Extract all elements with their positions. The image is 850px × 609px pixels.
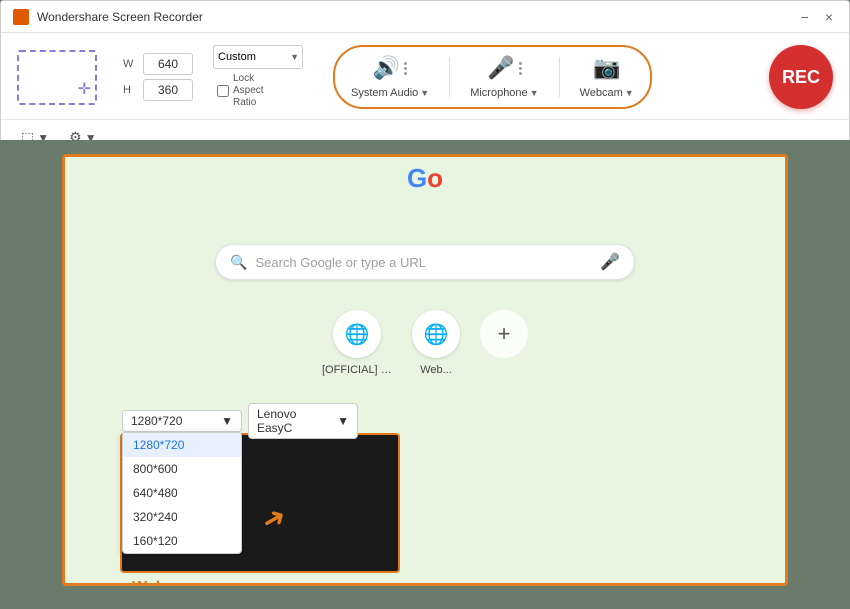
size-section: W H [123,53,193,101]
webcam-select-row: Webcam ▼ [580,87,634,99]
preview-area: Go 🔍 Search Google or type a URL 🎤 🌐 [OF… [0,140,850,609]
webcam-panel: 1280*720 ▼ 1280*720 800*600 640*480 [120,433,400,573]
height-row: H [123,79,193,101]
search-placeholder: Search Google or type a URL [255,255,592,270]
webcam-av-label: Webcam [580,87,623,99]
resolution-arrow-icon: ▼ [221,414,233,428]
system-audio-dropdown-arrow-icon[interactable]: ▼ [420,88,429,98]
system-audio-icon-row: 🔊 [373,55,407,81]
add-shortcut-button[interactable]: + [480,310,528,358]
dot [404,67,407,70]
av-divider-2 [559,57,560,97]
window-title: Wondershare Screen Recorder [37,10,203,24]
dot [404,62,407,65]
webcam-dropdown-arrow-icon[interactable]: ▼ [625,88,634,98]
lock-section: Lock Aspect Ratio [217,73,303,109]
microphone-item: 🎤 Microphone ▼ [470,55,538,99]
system-audio-item: 🔊 System Audio ▼ [351,55,429,99]
res-option-800[interactable]: 800*600 [123,457,241,481]
webcam-item: 📷 Webcam ▼ [580,55,634,99]
shortcut-icon-2[interactable]: 🌐 [412,310,460,358]
resolution-selected[interactable]: 1280*720 ▼ [122,410,242,432]
res-option-1280[interactable]: 1280*720 [123,433,241,457]
custom-select-wrap: Custom ▼ [213,45,303,69]
shortcut-label-1: [OFFICIAL] W... [322,364,392,376]
dot [519,72,522,75]
res-option-640[interactable]: 640*480 [123,481,241,505]
shortcuts-row: 🌐 [OFFICIAL] W... 🌐 Web... + [65,310,785,376]
camera-device-wrap: Lenovo EasyC ▼ [248,403,358,439]
search-icon: 🔍 [230,254,247,271]
camera-device-selected[interactable]: Lenovo EasyC ▼ [248,403,358,439]
lock-aspect-checkbox[interactable] [217,85,229,97]
system-audio-icon: 🔊 [373,55,400,81]
shortcut-item-1: 🌐 [OFFICIAL] W... [322,310,392,376]
microphone-icon: 🎤 [487,55,514,81]
webcam-annotation-label: Webca [132,579,183,586]
main-toolbar: ✛ W H Custom ▼ Lock Aspect Ratio [1,33,849,120]
browser-frame: Go 🔍 Search Google or type a URL 🎤 🌐 [OF… [62,154,788,586]
microphone-icon-row: 🎤 [487,55,521,81]
dot [519,62,522,65]
res-option-160[interactable]: 160*120 [123,529,241,553]
camera-device-arrow-icon: ▼ [337,414,349,428]
chrome-icon: 🌐 [345,322,370,347]
minimize-button[interactable]: − [797,8,813,26]
av-controls-group: 🔊 System Audio ▼ 🎤 [333,45,652,109]
av-divider-1 [449,57,450,97]
lock-aspect-label: Lock Aspect Ratio [233,73,283,109]
dot [519,67,522,70]
custom-select[interactable]: Custom [213,45,303,69]
microphone-dropdown-arrow-icon[interactable]: ▼ [530,88,539,98]
app-icon [13,9,29,25]
shortcut-icon-1[interactable]: 🌐 [333,310,381,358]
close-button[interactable]: × [821,8,837,26]
shortcut-item-2: 🌐 Web... [412,310,460,376]
rec-button[interactable]: REC [769,45,833,109]
width-input[interactable] [143,53,193,75]
main-window: Wondershare Screen Recorder − × ✛ W H [0,0,850,157]
custom-section: Custom ▼ Lock Aspect Ratio [213,45,303,109]
google-letter-o1: o [427,163,443,193]
webcam-arrow-annotation: ➜ [255,498,292,538]
system-audio-dots [404,62,407,75]
resolution-dropdown: 1280*720 800*600 640*480 320*240 [122,432,242,554]
microphone-select-row: Microphone ▼ [470,87,538,99]
webcam-icon-row: 📷 [593,55,620,81]
window-controls: − × [797,8,837,26]
voice-search-icon[interactable]: 🎤 [600,252,620,272]
title-bar: Wondershare Screen Recorder − × [1,1,849,33]
resolution-value: 1280*720 [131,414,182,428]
dot [404,72,407,75]
google-logo: Go [407,163,443,194]
height-label: H [123,84,137,96]
camera-device-label: Lenovo EasyC [257,407,333,435]
height-input[interactable] [143,79,193,101]
webcam-icon: 📷 [593,55,620,81]
google-letter-g: G [407,163,427,193]
canvas-crosshair-icon: ✛ [78,79,91,99]
shortcut-label-2: Web... [420,364,452,376]
width-row: W [123,53,193,75]
system-audio-label: System Audio [351,87,418,99]
system-audio-select-row: System Audio ▼ [351,87,429,99]
res-option-320[interactable]: 320*240 [123,505,241,529]
shortcut-add: + [480,310,528,376]
microphone-label: Microphone [470,87,527,99]
title-bar-left: Wondershare Screen Recorder [13,9,203,25]
web-icon: 🌐 [424,322,449,347]
width-label: W [123,58,137,70]
resolution-dropdown-wrap: 1280*720 ▼ 1280*720 800*600 640*480 [122,410,242,432]
canvas-preview: ✛ [17,50,97,105]
search-bar[interactable]: 🔍 Search Google or type a URL 🎤 [215,244,635,280]
google-logo-area: Go [65,157,785,194]
webcam-controls: 1280*720 ▼ 1280*720 800*600 640*480 [122,403,358,439]
browser-content: Go 🔍 Search Google or type a URL 🎤 🌐 [OF… [65,157,785,583]
microphone-dots [519,62,522,75]
